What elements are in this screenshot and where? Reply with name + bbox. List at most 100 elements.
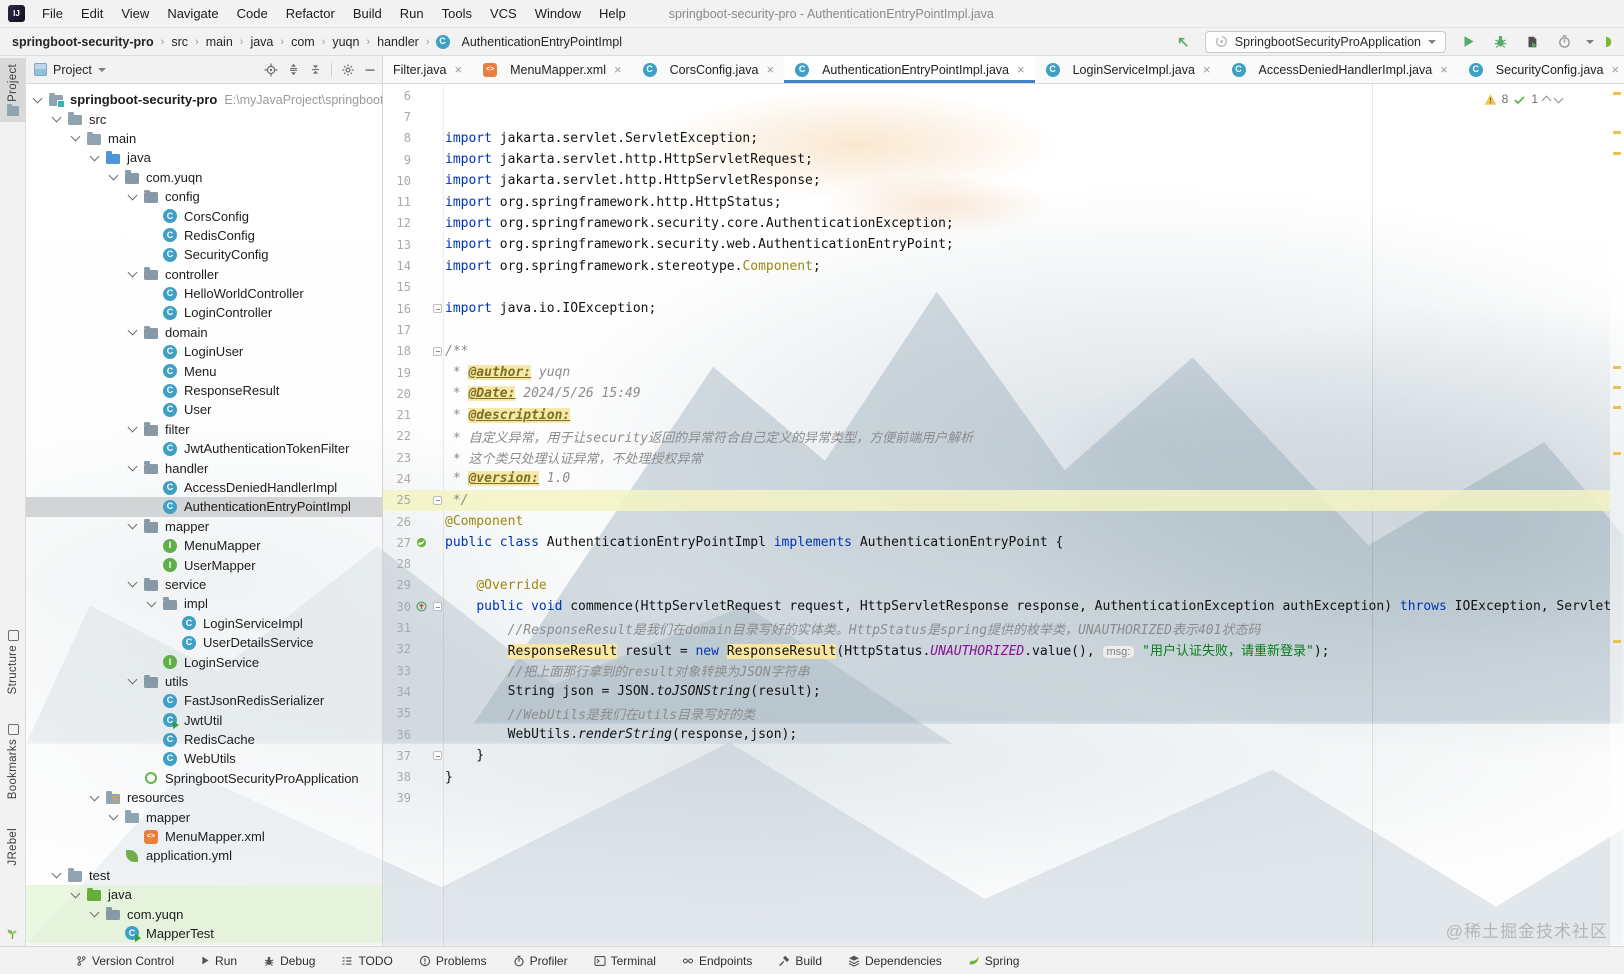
tree-item-logincontroller[interactable]: C LoginController <box>26 303 382 322</box>
warning-stripe-mark[interactable] <box>1613 366 1621 369</box>
tree-item-jwtutil[interactable]: C JwtUtil <box>26 711 382 730</box>
tree-item-controller[interactable]: controller <box>26 265 382 284</box>
breadcrumb-item[interactable]: src <box>169 35 190 49</box>
collapse-all-icon[interactable] <box>309 63 322 76</box>
statusbar-run[interactable]: Run <box>200 954 237 968</box>
tree-item-rediscache[interactable]: C RedisCache <box>26 730 382 749</box>
tree-item-menumapper[interactable]: I MenuMapper <box>26 536 382 555</box>
tree-item-src[interactable]: src <box>26 109 382 128</box>
tool-stripe-structure[interactable]: Structure <box>0 630 26 694</box>
tree-item-java[interactable]: java <box>26 885 382 905</box>
statusbar-spring[interactable]: Spring <box>968 954 1019 968</box>
statusbar-profiler[interactable]: Profiler <box>513 954 568 968</box>
tree-item-loginuser[interactable]: C LoginUser <box>26 342 382 361</box>
tool-stripe-project[interactable]: Project <box>0 58 26 122</box>
menu-item-build[interactable]: Build <box>344 0 391 27</box>
editor-tab[interactable]: C LoginServiceImpl.java × <box>1035 56 1221 83</box>
tree-expand-icon[interactable] <box>32 93 43 104</box>
expand-all-icon[interactable] <box>287 63 300 76</box>
tree-item-corsconfig[interactable]: C CorsConfig <box>26 206 382 225</box>
warning-stripe-mark[interactable] <box>1613 386 1621 389</box>
build-arrow-icon[interactable] <box>1173 32 1193 52</box>
tree-expand-icon[interactable] <box>127 578 138 588</box>
breadcrumb-item[interactable]: handler <box>375 35 421 49</box>
warning-stripe-mark[interactable] <box>1613 406 1621 409</box>
tree-item-test[interactable]: test <box>26 866 382 885</box>
tree-item-accessdeniedhandlerimpl[interactable]: C AccessDeniedHandlerImpl <box>26 478 382 497</box>
spring-bean-icon[interactable] <box>416 537 427 548</box>
inspections-widget[interactable]: 8 1 <box>1479 90 1566 108</box>
fold-marker-icon[interactable] <box>433 602 442 612</box>
tree-item-springbootsecurityproapplication[interactable]: SpringbootSecurityProApplication <box>26 769 382 788</box>
tree-item-domain[interactable]: domain <box>26 323 382 342</box>
tab-close-icon[interactable]: × <box>1203 62 1211 77</box>
tree-item-loginservice[interactable]: I LoginService <box>26 652 382 671</box>
statusbar-version-control[interactable]: Version Control <box>76 954 174 968</box>
menu-item-window[interactable]: Window <box>526 0 590 27</box>
tree-item-com.yuqn[interactable]: com.yuqn <box>26 904 382 924</box>
tree-item-loginserviceimpl[interactable]: C LoginServiceImpl <box>26 614 382 633</box>
tree-item-handler[interactable]: handler <box>26 458 382 477</box>
run-with-coverage-button[interactable] <box>1522 32 1542 52</box>
tree-item-application.yml[interactable]: application.yml <box>26 846 382 865</box>
warning-stripe-mark[interactable] <box>1613 640 1621 643</box>
tab-close-icon[interactable]: × <box>1440 62 1448 77</box>
tree-item-user[interactable]: C User <box>26 400 382 419</box>
tree-item-mapper[interactable]: mapper <box>26 807 382 826</box>
fold-marker-icon[interactable] <box>433 495 442 505</box>
tree-item-usermapper[interactable]: I UserMapper <box>26 555 382 574</box>
breadcrumb-item[interactable]: springboot-security-pro <box>10 35 156 49</box>
tree-expand-icon[interactable] <box>108 810 119 821</box>
editor-tab[interactable]: <> MenuMapper.xml × <box>472 56 631 83</box>
menu-item-run[interactable]: Run <box>391 0 433 27</box>
statusbar-dependencies[interactable]: Dependencies <box>848 954 942 968</box>
breadcrumb-item[interactable]: java <box>248 35 275 49</box>
tab-close-icon[interactable]: × <box>614 62 622 77</box>
menu-item-navigate[interactable]: Navigate <box>158 0 227 27</box>
tree-expand-icon[interactable] <box>146 597 157 608</box>
prev-problem-icon[interactable] <box>1541 95 1552 106</box>
tree-expand-icon[interactable] <box>51 868 62 879</box>
warning-stripe-mark[interactable] <box>1613 152 1621 155</box>
warning-stripe-mark[interactable] <box>1613 131 1621 134</box>
project-panel-title[interactable]: Project <box>34 63 106 77</box>
tree-expand-icon[interactable] <box>70 132 81 142</box>
breadcrumb-item[interactable]: yuqn <box>330 35 361 49</box>
statusbar-debug[interactable]: Debug <box>263 954 315 968</box>
menu-item-view[interactable]: View <box>112 0 158 27</box>
statusbar-endpoints[interactable]: Endpoints <box>682 954 752 968</box>
hide-icon[interactable] <box>364 64 376 76</box>
tree-item-helloworldcontroller[interactable]: C HelloWorldController <box>26 284 382 303</box>
tab-close-icon[interactable]: × <box>767 62 775 77</box>
tree-expand-icon[interactable] <box>127 267 138 278</box>
tab-close-icon[interactable]: × <box>1017 62 1025 77</box>
tree-item-responseresult[interactable]: C ResponseResult <box>26 381 382 400</box>
jrebel-icon[interactable] <box>1606 34 1614 50</box>
code-editor[interactable]: 6 7 8 import jakarta.servlet.ServletExcepti… <box>383 84 1624 946</box>
tree-item-springboot-security-pro[interactable]: springboot-security-pro E:\myJavaProject\… <box>26 90 382 109</box>
tree-expand-icon[interactable] <box>51 112 62 123</box>
menu-item-edit[interactable]: Edit <box>72 0 112 27</box>
tree-item-service[interactable]: service <box>26 575 382 594</box>
fold-marker-icon[interactable] <box>433 304 442 314</box>
tree-item-redisconfig[interactable]: C RedisConfig <box>26 226 382 245</box>
project-tree[interactable]: springboot-security-pro E:\myJavaProject\… <box>26 84 383 946</box>
menu-item-vcs[interactable]: VCS <box>481 0 526 27</box>
breadcrumb-item[interactable]: com <box>289 35 317 49</box>
tree-item-com.yuqn[interactable]: com.yuqn <box>26 168 382 187</box>
tree-expand-icon[interactable] <box>127 190 138 201</box>
tree-expand-icon[interactable] <box>127 519 138 530</box>
breadcrumb-class-item[interactable]: C AuthenticationEntryPointImpl <box>435 34 622 49</box>
tree-item-mapper[interactable]: mapper <box>26 517 382 536</box>
tree-expand-icon[interactable] <box>127 325 138 336</box>
editor-tab[interactable]: C CorsConfig.java × <box>632 56 785 83</box>
tree-item-fastjsonredisserializer[interactable]: C FastJsonRedisSerializer <box>26 691 382 710</box>
profiler-button[interactable] <box>1554 32 1574 52</box>
editor-tab[interactable]: C SecurityConfig.java × <box>1458 56 1624 83</box>
debug-button[interactable] <box>1490 32 1510 52</box>
tool-stripe-jrebel[interactable]: JRebel <box>0 828 26 866</box>
menu-item-tools[interactable]: Tools <box>433 0 481 27</box>
tree-item-menu[interactable]: C Menu <box>26 361 382 380</box>
warning-stripe-mark[interactable] <box>1613 92 1621 95</box>
tree-item-main[interactable]: main <box>26 129 382 148</box>
